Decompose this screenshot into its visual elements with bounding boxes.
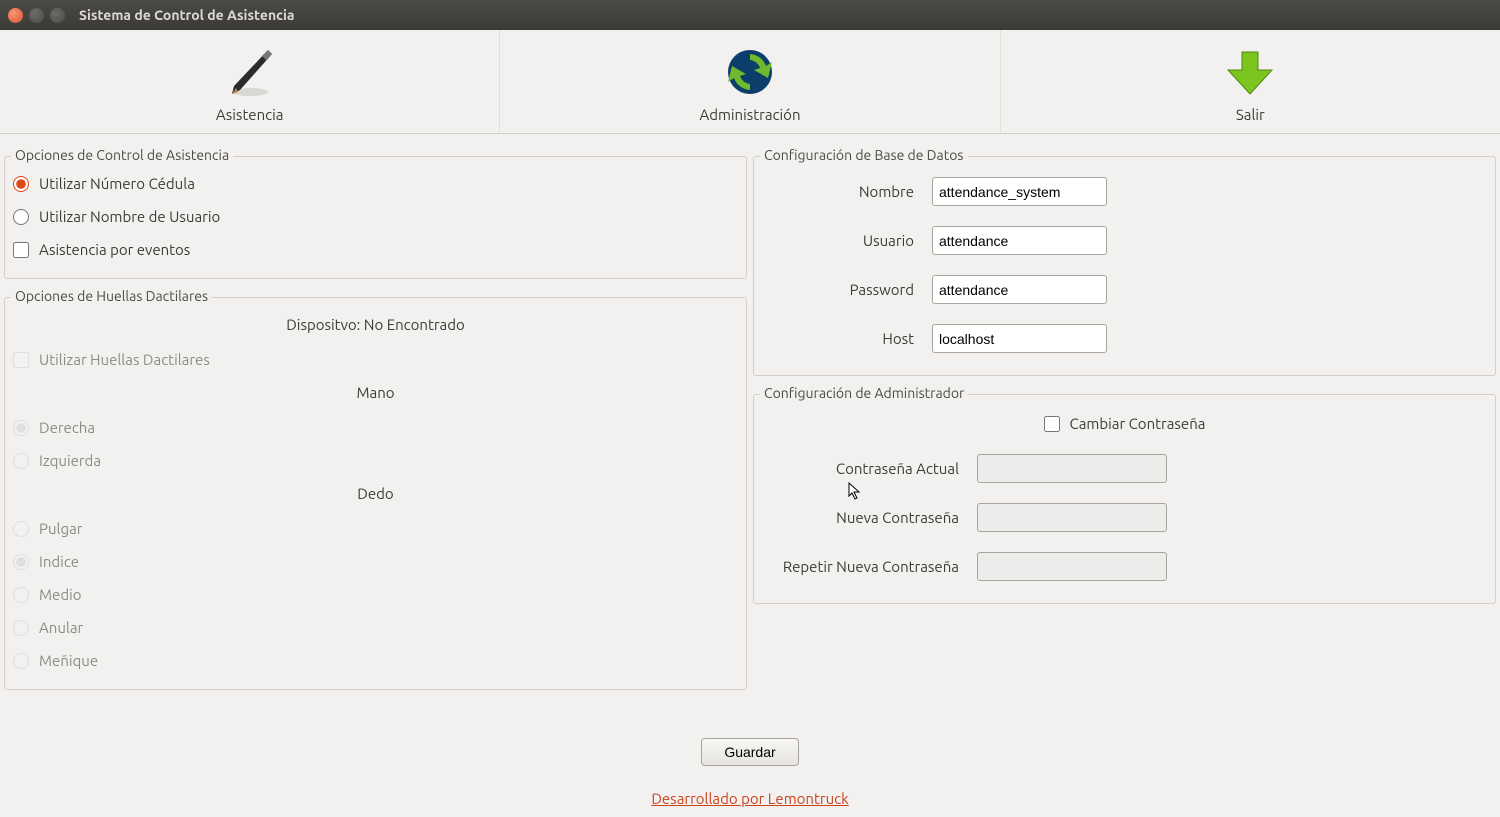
db-pass-row: Password: [762, 265, 1487, 314]
radio-finger-menique-label: Meñique: [39, 652, 98, 669]
radio-cedula[interactable]: Utilizar Número Cédula: [13, 167, 738, 200]
toolbar-salir-label: Salir: [1236, 106, 1265, 123]
db-host-input[interactable]: [932, 324, 1107, 353]
radio-usuario[interactable]: Utilizar Nombre de Usuario: [13, 200, 738, 233]
db-host-label: Host: [762, 330, 932, 347]
check-use-fingerprint: Utilizar Huellas Dactilares: [13, 343, 738, 376]
new-pw-row: Nueva Contraseña: [762, 493, 1487, 542]
radio-usuario-input[interactable]: [13, 209, 29, 225]
window-title: Sistema de Control de Asistencia: [79, 7, 295, 23]
current-pw-row: Contraseña Actual: [762, 444, 1487, 493]
check-eventos[interactable]: Asistencia por eventos: [13, 233, 738, 266]
window-controls: [8, 8, 65, 23]
main-content: Opciones de Control de Asistencia Utiliz…: [0, 134, 1500, 690]
save-area: Guardar: [0, 690, 1500, 784]
change-password-row[interactable]: Cambiar Contraseña: [762, 405, 1487, 444]
attendance-options-title: Opciones de Control de Asistencia: [11, 147, 233, 163]
radio-finger-medio-label: Medio: [39, 586, 82, 603]
footer: Desarrollado por Lemontruck: [0, 784, 1500, 817]
radio-finger-medio-input: [13, 587, 29, 603]
toolbar-asistencia-label: Asistencia: [216, 106, 284, 123]
toolbar-asistencia[interactable]: Asistencia: [0, 30, 500, 133]
save-button[interactable]: Guardar: [701, 738, 798, 766]
fingerprint-options-title: Opciones de Huellas Dactilares: [11, 288, 212, 304]
radio-finger-pulgar-label: Pulgar: [39, 520, 83, 537]
radio-cedula-label: Utilizar Número Cédula: [39, 175, 195, 192]
window-minimize-icon[interactable]: [29, 8, 44, 23]
toolbar-salir[interactable]: Salir: [1001, 30, 1500, 133]
new-pw-label: Nueva Contraseña: [762, 509, 977, 526]
radio-hand-right-input: [13, 420, 29, 436]
db-host-row: Host: [762, 314, 1487, 363]
check-use-fingerprint-input: [13, 352, 29, 368]
credit-link[interactable]: Desarrollado por Lemontruck: [651, 790, 848, 807]
radio-finger-menique-input: [13, 653, 29, 669]
radio-finger-pulgar: Pulgar: [13, 512, 738, 545]
db-user-label: Usuario: [762, 232, 932, 249]
left-column: Opciones de Control de Asistencia Utiliz…: [4, 138, 747, 690]
db-pass-label: Password: [762, 281, 932, 298]
radio-finger-pulgar-input: [13, 521, 29, 537]
check-eventos-label: Asistencia por eventos: [39, 241, 190, 258]
radio-finger-indice-input: [13, 554, 29, 570]
hand-section-label: Mano: [13, 376, 738, 411]
db-name-row: Nombre: [762, 167, 1487, 216]
change-password-label: Cambiar Contraseña: [1070, 415, 1206, 432]
radio-finger-anular: Anular: [13, 611, 738, 644]
radio-finger-indice: Indice: [13, 545, 738, 578]
repeat-pw-label: Repetir Nueva Contraseña: [762, 558, 977, 575]
radio-finger-indice-label: Indice: [39, 553, 79, 570]
finger-section-label: Dedo: [13, 477, 738, 512]
current-pw-input: [977, 454, 1167, 483]
fingerprint-options-group: Opciones de Huellas Dactilares Dispositv…: [4, 297, 747, 690]
db-user-row: Usuario: [762, 216, 1487, 265]
repeat-pw-row: Repetir Nueva Contraseña: [762, 542, 1487, 591]
check-use-fingerprint-label: Utilizar Huellas Dactilares: [39, 351, 210, 368]
toolbar-administracion-label: Administración: [699, 106, 800, 123]
right-column: Configuración de Base de Datos Nombre Us…: [753, 138, 1496, 690]
current-pw-label: Contraseña Actual: [762, 460, 977, 477]
radio-hand-left-input: [13, 453, 29, 469]
db-name-input[interactable]: [932, 177, 1107, 206]
admin-config-group: Configuración de Administrador Cambiar C…: [753, 394, 1496, 604]
pen-icon: [222, 44, 278, 100]
titlebar: Sistema de Control de Asistencia: [0, 0, 1500, 30]
admin-config-title: Configuración de Administrador: [760, 385, 968, 401]
db-user-input[interactable]: [932, 226, 1107, 255]
db-name-label: Nombre: [762, 183, 932, 200]
exit-arrow-icon: [1222, 44, 1278, 100]
radio-hand-left-label: Izquierda: [39, 452, 101, 469]
refresh-icon: [722, 44, 778, 100]
check-eventos-input[interactable]: [13, 242, 29, 258]
radio-finger-anular-label: Anular: [39, 619, 83, 636]
radio-finger-medio: Medio: [13, 578, 738, 611]
window-maximize-icon[interactable]: [50, 8, 65, 23]
change-password-checkbox[interactable]: [1044, 416, 1060, 432]
new-pw-input: [977, 503, 1167, 532]
device-status: Dispositvo: No Encontrado: [13, 308, 738, 343]
db-pass-input[interactable]: [932, 275, 1107, 304]
window-close-icon[interactable]: [8, 8, 23, 23]
attendance-options-group: Opciones de Control de Asistencia Utiliz…: [4, 156, 747, 279]
radio-hand-right-label: Derecha: [39, 419, 95, 436]
radio-hand-left: Izquierda: [13, 444, 738, 477]
radio-finger-menique: Meñique: [13, 644, 738, 677]
radio-usuario-label: Utilizar Nombre de Usuario: [39, 208, 220, 225]
repeat-pw-input: [977, 552, 1167, 581]
db-config-title: Configuración de Base de Datos: [760, 147, 968, 163]
radio-cedula-input[interactable]: [13, 176, 29, 192]
radio-finger-anular-input: [13, 620, 29, 636]
toolbar-administracion[interactable]: Administración: [500, 30, 1000, 133]
main-toolbar: Asistencia Administración Salir: [0, 30, 1500, 134]
radio-hand-right: Derecha: [13, 411, 738, 444]
db-config-group: Configuración de Base de Datos Nombre Us…: [753, 156, 1496, 376]
